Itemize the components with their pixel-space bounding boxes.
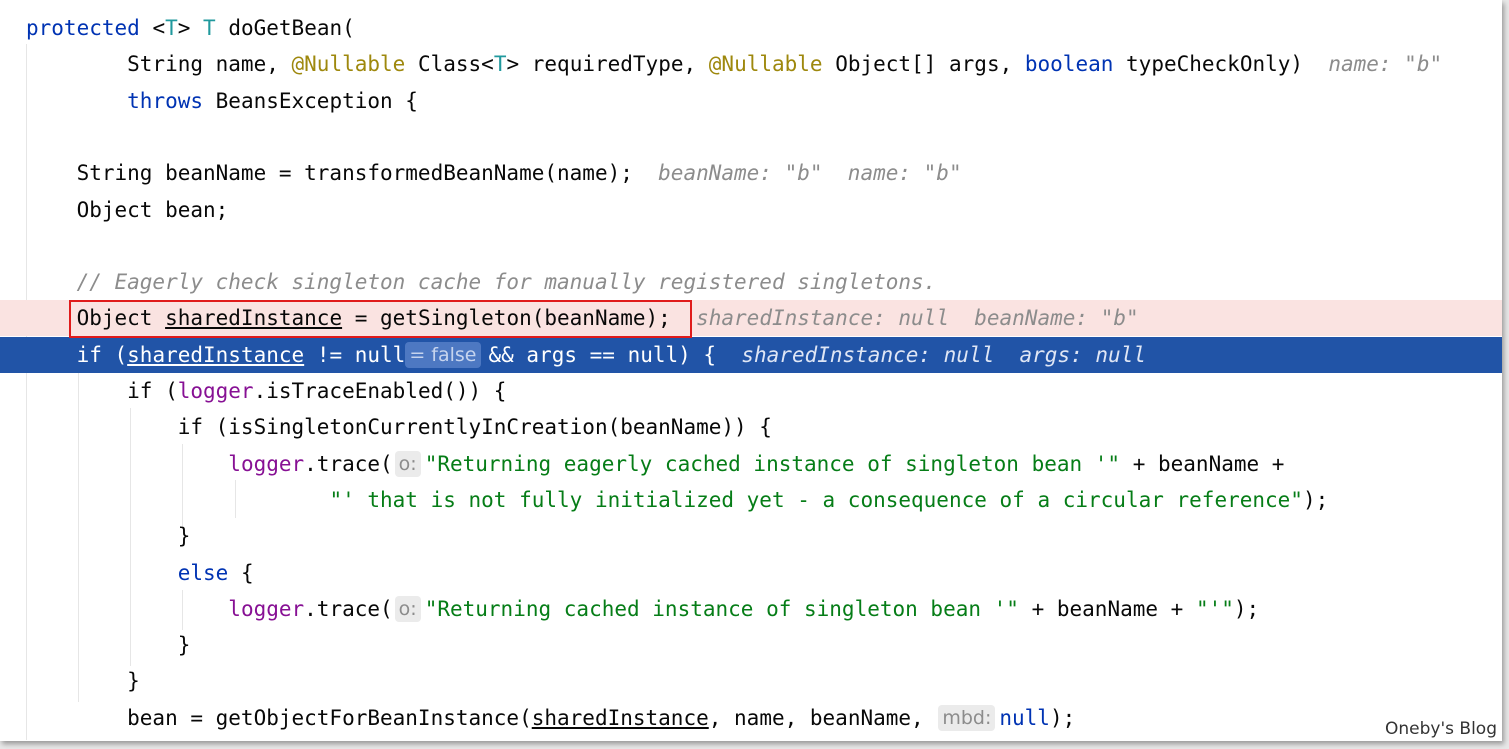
blog-watermark: Oneby's Blog <box>1385 719 1497 739</box>
string-literal: "'" <box>1195 596 1234 621</box>
code-token: } <box>26 669 140 694</box>
code-comment: // Eagerly check singleton cache for man… <box>26 270 937 295</box>
code-token: + beanName + <box>1018 596 1196 621</box>
annotation-highlight-box <box>69 300 692 338</box>
code-token: @Nullable <box>291 52 406 77</box>
code-line[interactable]: if (isSingletonCurrentlyInCreation(beanN… <box>0 409 1502 445</box>
keyword: throws <box>127 88 204 113</box>
code-line[interactable]: logger.trace(o: "Returning eagerly cached… <box>0 446 1502 482</box>
code-token: Object[] args, <box>822 52 1025 77</box>
code-token: bean = getObjectForBeanInstance( <box>26 705 532 730</box>
code-token: } <box>26 524 191 549</box>
keyword: null <box>999 705 1050 730</box>
code-token: < <box>139 16 166 40</box>
code-token: @Nullable <box>708 52 823 77</box>
evaluated-value-inlay: = false <box>405 341 481 368</box>
parameter-name-inlay: o: <box>394 450 421 477</box>
code-token: if ( <box>26 379 178 403</box>
code-line[interactable]: "' that is not fully initialized yet - a… <box>0 482 1502 518</box>
code-token: ); <box>1049 705 1076 730</box>
code-token: + beanName + <box>1120 451 1285 476</box>
keyword: protected <box>26 16 140 40</box>
code-token: Object bean; <box>26 197 229 222</box>
code-line[interactable]: bean = getObjectForBeanInstance(sharedIn… <box>0 700 1502 736</box>
code-token: != null <box>304 342 406 367</box>
code-token: > requiredType, <box>506 52 709 77</box>
code-line[interactable]: else { <box>0 555 1502 591</box>
code-token: logger <box>177 379 254 403</box>
code-editor[interactable]: protected <T> T doGetBean( String name, … <box>0 0 1502 741</box>
parameter-name-inlay: mbd: <box>938 704 996 731</box>
code-line[interactable]: } <box>0 627 1502 663</box>
code-token: if ( <box>26 342 128 367</box>
code-line[interactable]: } <box>0 663 1502 699</box>
code-token: , name, beanName, <box>708 705 937 730</box>
keyword: boolean <box>1024 52 1114 77</box>
code-line[interactable]: // Eagerly check singleton cache for man… <box>0 264 1502 300</box>
code-token: String beanName = transformedBeanName(na… <box>26 161 659 186</box>
code-token: sharedInstance <box>127 342 305 367</box>
code-line[interactable]: } <box>0 518 1502 554</box>
code-token: ); <box>1233 596 1260 621</box>
code-token: .trace( <box>304 451 393 476</box>
code-token: typeCheckOnly) <box>1113 52 1329 77</box>
code-line[interactable] <box>0 119 1502 155</box>
code-token: T <box>165 16 178 40</box>
code-token: if (isSingletonCurrentlyInCreation(beanN… <box>26 415 772 440</box>
code-line[interactable]: String beanName = transformedBeanName(na… <box>0 155 1502 191</box>
string-literal: "Returning cached instance of singleton … <box>424 596 1019 621</box>
code-token: BeansException { <box>203 88 418 113</box>
debug-value-hint: sharedInstance: null args: null <box>741 342 1146 367</box>
code-line[interactable]: if (logger.isTraceEnabled()) { <box>0 373 1502 409</box>
code-token: logger <box>228 596 305 621</box>
code-token: sharedInstance <box>531 705 709 730</box>
code-token: T <box>203 16 216 40</box>
code-line[interactable] <box>0 228 1502 264</box>
code-token: doGetBean( <box>215 16 355 40</box>
code-token: } <box>26 633 191 658</box>
code-line[interactable]: String name, @Nullable Class<T> required… <box>0 46 1502 82</box>
debug-value-hint: name: "b" <box>1328 52 1443 77</box>
code-token: Class< <box>405 52 494 77</box>
code-line[interactable]: logger.trace(o: "Returning cached instanc… <box>0 591 1502 627</box>
string-literal: "' that is not fully initialized yet - a… <box>329 487 1303 512</box>
code-token: { <box>228 560 254 585</box>
code-line[interactable]: protected <T> T doGetBean( <box>0 10 1502 46</box>
parameter-name-inlay: o: <box>394 595 421 622</box>
debug-value-hint: sharedInstance: null beanName: "b" <box>696 306 1139 331</box>
code-token: T <box>493 52 507 77</box>
code-line[interactable]: Object bean; <box>0 192 1502 228</box>
code-token: && args == null) { <box>488 342 742 367</box>
debug-value-hint: beanName: "b" name: "b" <box>658 161 962 186</box>
code-token: .isTraceEnabled()) { <box>253 379 507 403</box>
code-token: logger <box>228 451 305 476</box>
string-literal: "Returning eagerly cached instance of si… <box>424 451 1121 476</box>
keyword: else <box>177 560 229 585</box>
code-token: String name, <box>26 52 292 77</box>
current-execution-line[interactable]: if (sharedInstance != null = false && args… <box>0 336 1502 373</box>
code-line[interactable]: throws BeansException { <box>0 83 1502 119</box>
code-token: .trace( <box>304 596 393 621</box>
code-token: ); <box>1302 487 1329 512</box>
code-token: > <box>177 16 204 40</box>
